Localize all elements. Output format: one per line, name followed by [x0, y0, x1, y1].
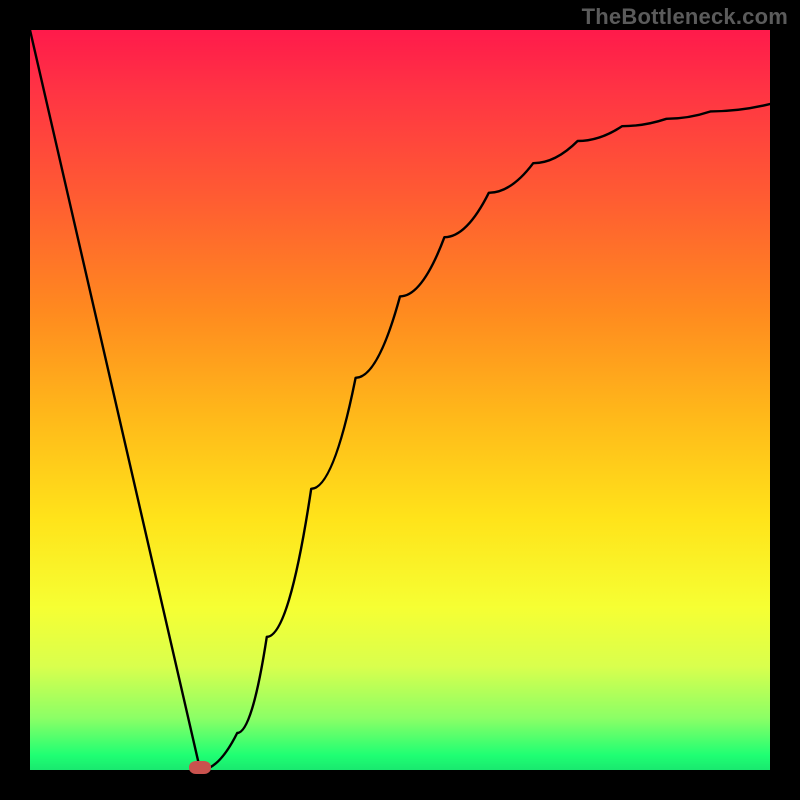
chart-frame: TheBottleneck.com: [0, 0, 800, 800]
watermark-text: TheBottleneck.com: [582, 4, 788, 30]
curve-line: [30, 30, 770, 770]
plot-area: [30, 30, 770, 770]
min-marker: [189, 761, 211, 774]
